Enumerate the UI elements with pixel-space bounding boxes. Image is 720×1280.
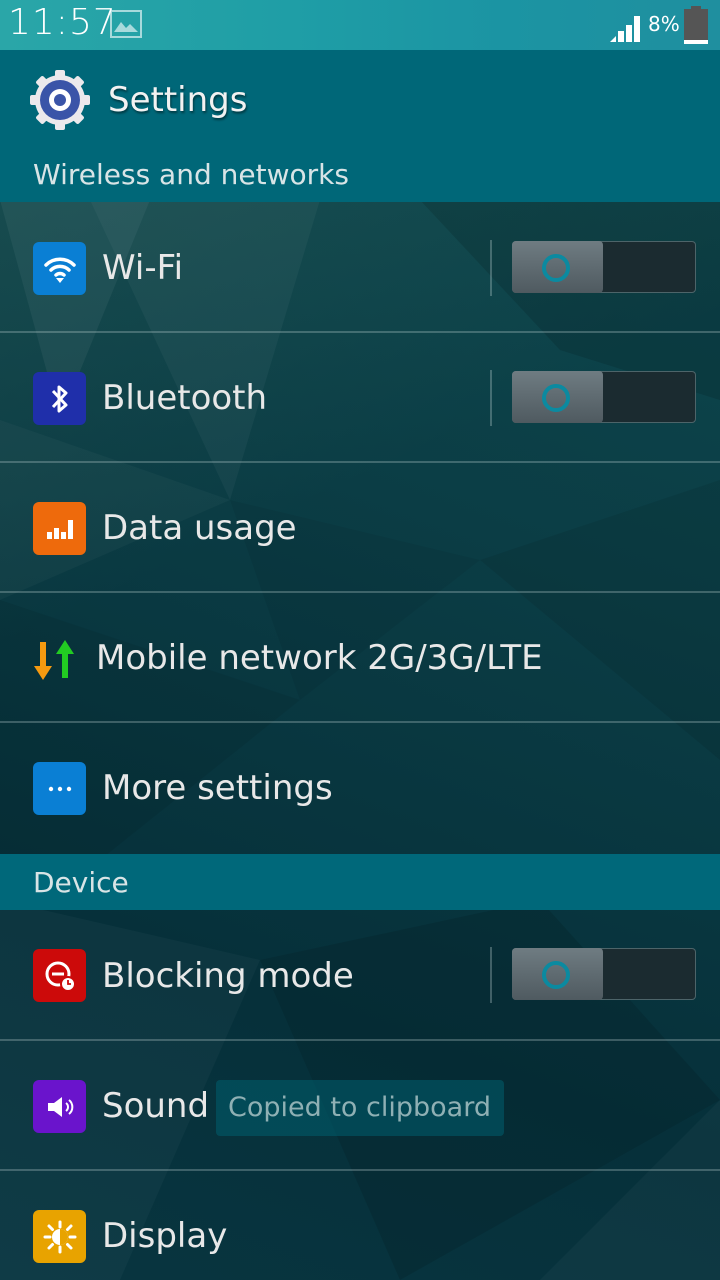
battery-icon <box>684 6 708 44</box>
battery-percent: 8% <box>648 12 680 36</box>
data-usage-label: Data usage <box>102 508 297 548</box>
blocking-mode-icon <box>33 949 86 1002</box>
settings-item-data-usage[interactable]: Data usage <box>0 463 720 593</box>
status-time: 11:57 <box>8 2 117 43</box>
section-header-device: Device <box>0 854 720 910</box>
data-usage-icon <box>33 502 86 555</box>
display-label: Display <box>102 1216 228 1256</box>
more-icon <box>33 762 86 815</box>
signal-icon <box>610 16 640 42</box>
settings-item-blocking-mode[interactable]: Blocking mode <box>0 911 720 1041</box>
section-header-label: Device <box>33 866 129 899</box>
section-header-wireless: Wireless and networks <box>0 150 720 202</box>
sound-icon <box>33 1080 86 1133</box>
mobile-network-label: Mobile network 2G/3G/LTE <box>96 638 543 678</box>
toggle-knob[interactable] <box>512 371 603 423</box>
settings-item-display[interactable]: Display <box>0 1171 720 1280</box>
toast-message: Copied to clipboard <box>216 1080 504 1136</box>
settings-item-mobile-network[interactable]: Mobile network 2G/3G/LTE <box>0 593 720 723</box>
status-bar: 11:57 8% <box>0 0 720 50</box>
image-notification-icon <box>110 10 142 38</box>
page-title: Settings <box>108 80 248 120</box>
toggle-knob[interactable] <box>512 948 603 1000</box>
wifi-toggle[interactable] <box>512 241 696 293</box>
wifi-label: Wi-Fi <box>102 248 184 288</box>
display-icon <box>33 1210 86 1263</box>
toggle-knob[interactable] <box>512 241 603 293</box>
settings-item-wifi[interactable]: Wi-Fi <box>0 203 720 333</box>
more-settings-label: More settings <box>102 768 333 808</box>
section-header-label: Wireless and networks <box>33 158 349 191</box>
settings-item-more-settings[interactable]: More settings <box>0 723 720 854</box>
divider-vertical <box>490 947 492 1003</box>
blocking-mode-toggle[interactable] <box>512 948 696 1000</box>
bluetooth-toggle[interactable] <box>512 371 696 423</box>
sound-label: Sound <box>102 1086 210 1126</box>
toast-text: Copied to clipboard <box>228 1092 491 1123</box>
up-down-arrows-icon <box>34 640 74 680</box>
divider-vertical <box>490 240 492 296</box>
bluetooth-icon <box>33 372 86 425</box>
bluetooth-label: Bluetooth <box>102 378 268 418</box>
gear-icon <box>30 70 90 130</box>
divider-vertical <box>490 370 492 426</box>
wifi-icon <box>33 242 86 295</box>
settings-item-bluetooth[interactable]: Bluetooth <box>0 333 720 463</box>
blocking-mode-label: Blocking mode <box>102 956 354 996</box>
